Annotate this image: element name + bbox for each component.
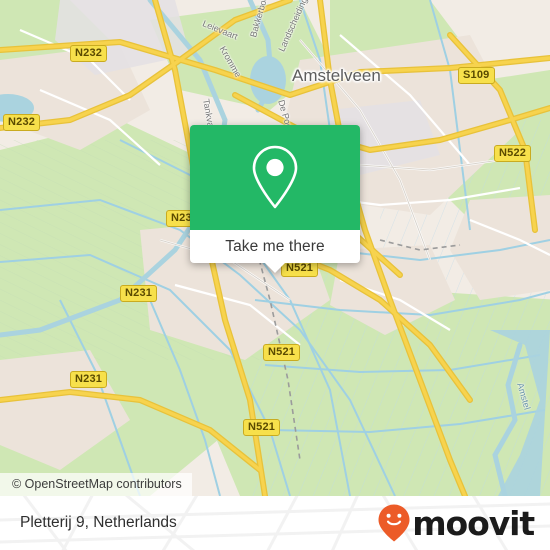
take-me-there-label: Take me there xyxy=(225,237,325,255)
callout-action-panel[interactable]: Take me there xyxy=(190,230,360,273)
road-shield-n231: N231 xyxy=(70,371,108,388)
map-place-label: Amstelveen xyxy=(292,66,381,85)
road-shield-n521: N521 xyxy=(243,419,281,436)
callout-icon-panel xyxy=(190,125,360,230)
moovit-wordmark: moovit xyxy=(412,503,535,543)
location-pin-icon xyxy=(252,145,298,208)
moovit-brand-logo[interactable]: moovit xyxy=(377,503,535,543)
footer-bar: Pletterij 9, Netherlands moovit xyxy=(0,496,550,550)
road-shield-n522: N522 xyxy=(494,145,532,162)
road-shield-n521: N521 xyxy=(263,344,301,361)
location-address: Pletterij 9, Netherlands xyxy=(20,514,177,531)
callout-pointer-tail xyxy=(264,262,286,273)
road-shield-n231: N231 xyxy=(120,285,158,302)
moovit-location-screenshot: Amstelveen Leievaart Kromme Bakkerbocht … xyxy=(0,0,550,550)
moovit-smiley-pin-icon xyxy=(378,504,410,542)
openstreetmap-attribution[interactable]: © OpenStreetMap contributors xyxy=(0,473,192,496)
road-shield-s109: S109 xyxy=(458,67,495,84)
road-shield-n232: N232 xyxy=(3,114,41,131)
road-shield-n232: N232 xyxy=(70,45,108,62)
location-callout-card[interactable]: Take me there xyxy=(190,125,360,273)
